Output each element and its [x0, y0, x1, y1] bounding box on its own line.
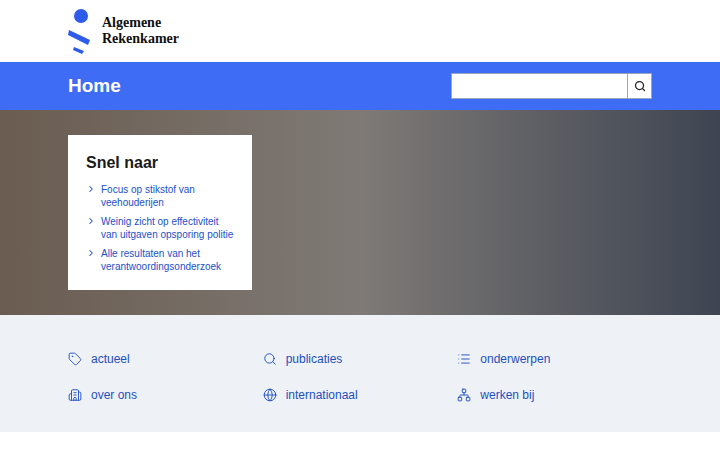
- search-icon: [634, 80, 646, 92]
- list-icon: [457, 352, 471, 366]
- search-button[interactable]: [627, 74, 651, 98]
- logo[interactable]: AlgemeneRekenkamer: [68, 8, 179, 54]
- network-icon: [457, 388, 471, 402]
- quick-link[interactable]: Focus op stikstof van veehouderijen: [86, 183, 234, 209]
- site-header: AlgemeneRekenkamer: [0, 0, 720, 62]
- nav-link[interactable]: werken bij: [457, 377, 652, 413]
- nav-link[interactable]: over ons: [68, 377, 263, 413]
- nav-link[interactable]: publicaties: [263, 341, 458, 377]
- building-icon: [68, 388, 82, 402]
- chevron-icon: [86, 216, 96, 226]
- logo-icon: [68, 8, 94, 54]
- search-input[interactable]: [452, 74, 627, 98]
- logo-text: AlgemeneRekenkamer: [102, 15, 179, 47]
- chevron-icon: [86, 248, 96, 258]
- nav-link[interactable]: internationaal: [263, 377, 458, 413]
- hero: Snel naar Focus op stikstof van veehouder…: [0, 110, 720, 315]
- quick-link[interactable]: Alle resultaten van het verantwoordingso…: [86, 247, 234, 273]
- search-box: [451, 73, 652, 99]
- quick-link[interactable]: Weinig zicht op effectiviteit van uitgav…: [86, 215, 234, 241]
- quick-links-title: Snel naar: [86, 151, 234, 175]
- nav-link[interactable]: actueel: [68, 341, 263, 377]
- chevron-icon: [86, 184, 96, 194]
- main-nav: actueelpublicatiesonderwerpen over onsint…: [0, 315, 720, 432]
- globe-icon: [263, 388, 277, 402]
- nav-link[interactable]: onderwerpen: [457, 341, 652, 377]
- search-icon: [263, 352, 277, 366]
- tag-icon: [68, 352, 82, 366]
- page-title: Home: [68, 72, 121, 101]
- quick-links-card: Snel naar Focus op stikstof van veehouder…: [68, 135, 252, 290]
- page: AlgemeneRekenkamer Home Snel naar Focus op …: [0, 0, 720, 450]
- title-bar: Home: [0, 62, 720, 110]
